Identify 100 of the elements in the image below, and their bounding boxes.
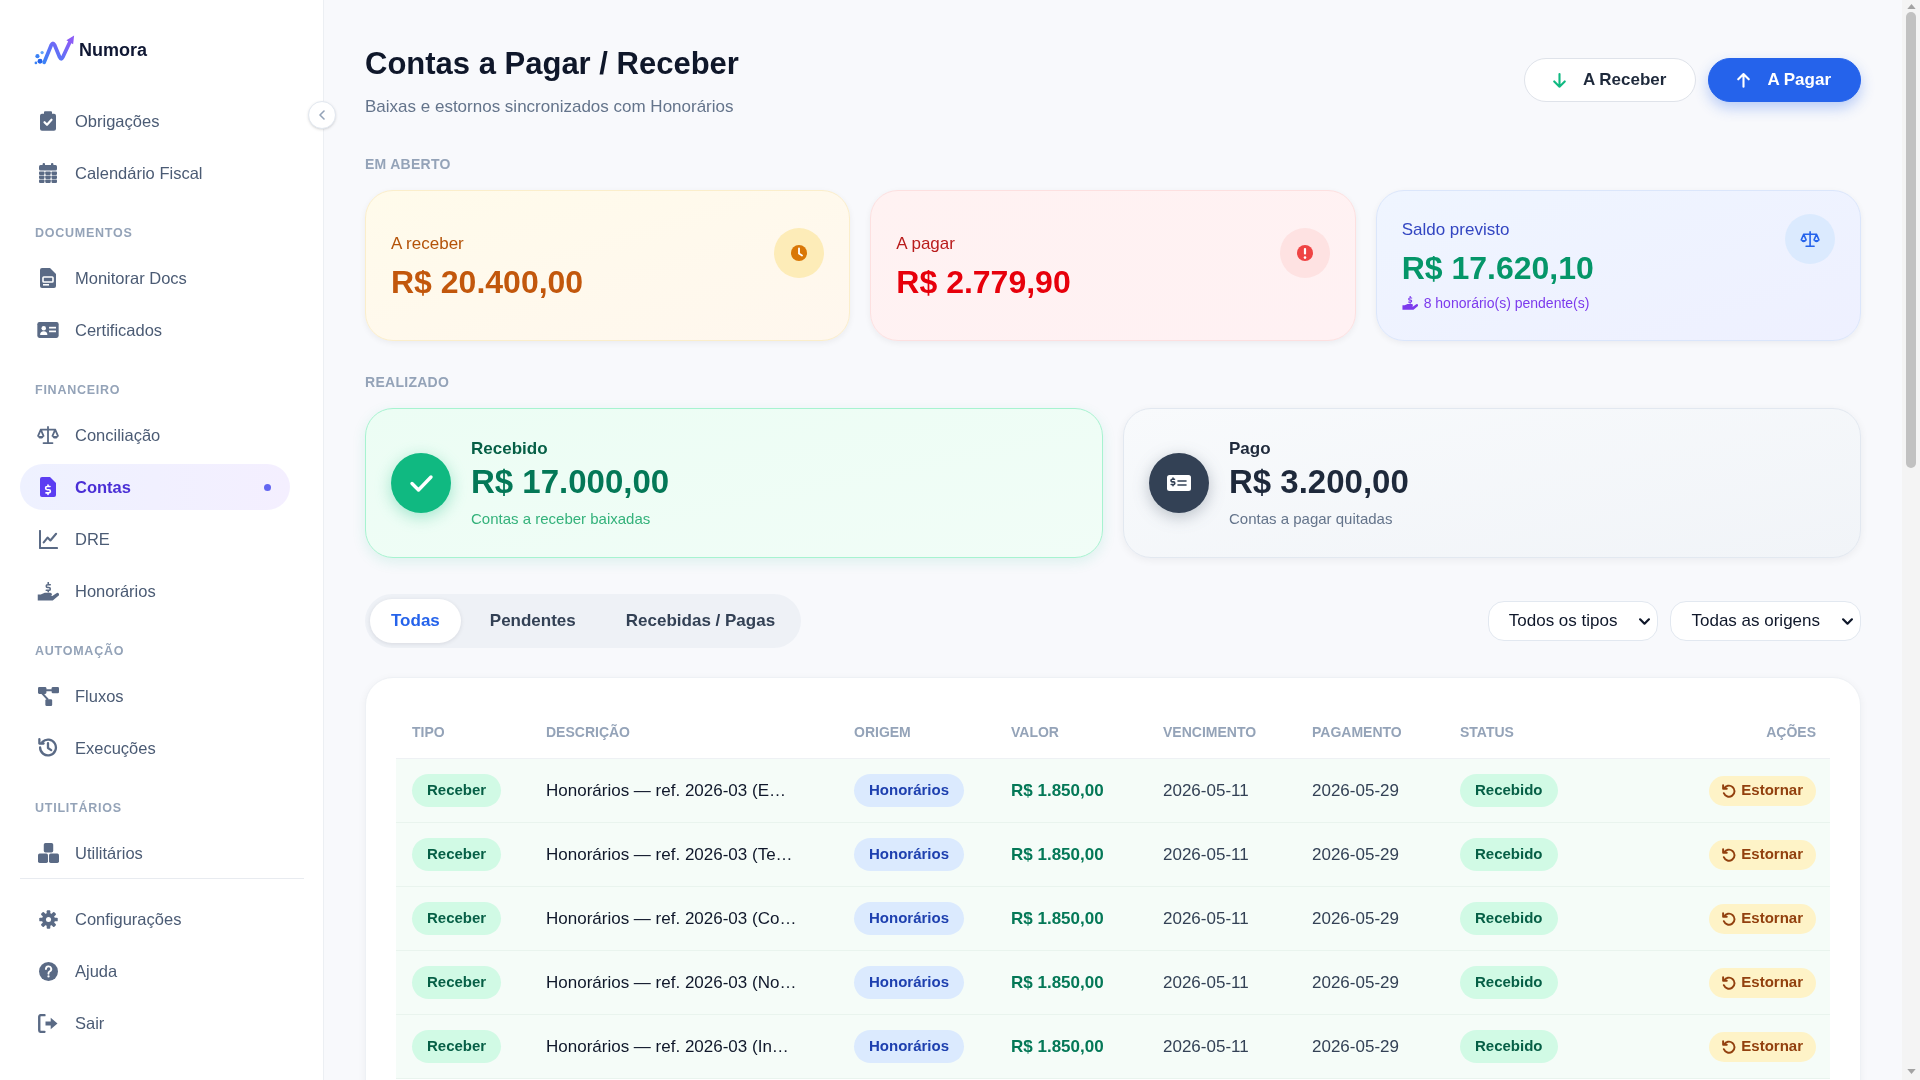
section-heading: AUTOMAÇÃO xyxy=(35,644,126,658)
sidebar-item[interactable]: Contas xyxy=(20,464,290,510)
chevron-down-icon xyxy=(1639,617,1651,625)
scale-icon xyxy=(1785,214,1835,264)
sidebar-item[interactable]: Fluxos xyxy=(20,673,290,719)
undo-icon xyxy=(1722,783,1737,798)
amount-text: R$ 1.850,00 xyxy=(1011,971,1104,994)
chevron-down-icon xyxy=(1842,617,1853,625)
undo-icon xyxy=(1722,1039,1737,1054)
payment-date-text: 2026-05-29 xyxy=(1312,1035,1399,1058)
column-header: VENCIMENTO xyxy=(1163,722,1257,742)
card-note: Contas a pagar quitadas xyxy=(1229,509,1394,529)
card-label: Recebido xyxy=(471,438,549,460)
arrow-up-icon xyxy=(1737,72,1751,88)
card-label: Pago xyxy=(1229,438,1272,460)
brand-name: Numora xyxy=(79,39,147,62)
caret-up-icon[interactable] xyxy=(1906,4,1916,9)
undo-icon xyxy=(1722,975,1737,990)
origin-badge: Honorários xyxy=(854,774,964,807)
filter-select[interactable]: Todos os tipos xyxy=(1487,601,1659,641)
help-icon xyxy=(38,961,58,981)
payment-date-text: 2026-05-29 xyxy=(1312,843,1399,866)
arrow-down-icon xyxy=(1552,72,1566,88)
sidebar-item[interactable]: Certificados xyxy=(20,307,290,353)
reverse-button[interactable]: Estornar xyxy=(1709,903,1816,934)
origin-badge: Honorários xyxy=(854,1030,964,1063)
card-note: 8 honorário(s) pendente(s) xyxy=(1423,294,1590,313)
type-badge: Receber xyxy=(412,838,502,871)
card-value: R$ 17.000,00 xyxy=(471,463,670,501)
scrollbar-thumb[interactable] xyxy=(1906,12,1916,468)
invoice-dollar-icon xyxy=(40,477,56,497)
cubes-icon xyxy=(37,843,59,863)
sidebar-item[interactable]: Execuções xyxy=(20,725,290,771)
card-label: Saldo previsto xyxy=(1401,219,1511,241)
amount-text: R$ 1.850,00 xyxy=(1011,779,1104,802)
sidebar-item[interactable]: Configurações xyxy=(20,896,290,942)
settings-icon xyxy=(38,909,58,929)
column-header: VALOR xyxy=(1011,722,1059,742)
collapse-sidebar-button[interactable] xyxy=(308,101,336,129)
filter-tab[interactable]: Pendentes xyxy=(468,599,597,643)
reverse-button[interactable]: Estornar xyxy=(1709,967,1816,998)
column-header: DESCRIÇÃO xyxy=(546,722,630,742)
undo-icon xyxy=(1722,847,1737,862)
amount-text: R$ 1.850,00 xyxy=(1011,843,1104,866)
sidebar-item[interactable]: Obrigações xyxy=(20,98,290,144)
action-button[interactable]: A Pagar xyxy=(1708,58,1861,102)
filter-select[interactable]: Todas as origens xyxy=(1670,601,1861,641)
column-header: AÇÕES xyxy=(1766,722,1816,742)
reverse-button[interactable]: Estornar xyxy=(1709,775,1816,806)
card-value: R$ 2.779,90 xyxy=(896,263,1071,300)
history-icon xyxy=(38,738,58,758)
section-label: REALIZADO xyxy=(365,373,451,392)
card-value: R$ 3.200,00 xyxy=(1229,463,1409,501)
filter-tab[interactable]: Recebidas / Pagas xyxy=(604,599,797,643)
type-badge: Receber xyxy=(412,902,502,935)
status-badge: Recebido xyxy=(1460,774,1558,807)
description-text: Honorários — ref. 2026-03 (Co… xyxy=(546,907,797,930)
sidebar-item[interactable]: DRE xyxy=(20,516,290,562)
sidebar-item[interactable]: Honorários xyxy=(20,568,290,614)
action-button[interactable]: A Receber xyxy=(1523,58,1697,102)
sidebar-item[interactable]: Sair xyxy=(20,1000,290,1046)
card-note: Contas a receber baixadas xyxy=(471,509,652,529)
type-badge: Receber xyxy=(412,1030,502,1063)
column-header: ORIGEM xyxy=(854,722,911,742)
sidebar-item[interactable]: Monitorar Docs xyxy=(20,255,290,301)
scale-icon xyxy=(37,426,59,444)
sidebar-item[interactable]: Conciliação xyxy=(20,412,290,458)
due-date-text: 2026-05-11 xyxy=(1163,779,1249,802)
page-subtitle: Baixas e estornos sincronizados com Honorários xyxy=(365,96,735,118)
sidebar-item[interactable]: Ajuda xyxy=(20,948,290,994)
calendar-icon xyxy=(39,163,57,183)
amount-text: R$ 1.850,00 xyxy=(1011,907,1104,930)
due-date-text: 2026-05-11 xyxy=(1163,907,1249,930)
logo-icon xyxy=(34,34,75,66)
sidebar-item[interactable]: Calendário Fiscal xyxy=(20,150,290,196)
caret-down-icon[interactable] xyxy=(1906,1069,1916,1074)
status-badge: Recebido xyxy=(1460,1030,1558,1063)
undo-icon xyxy=(1722,911,1737,926)
sidebar-item[interactable]: Utilitários xyxy=(20,830,290,876)
page-title: Contas a Pagar / Receber xyxy=(365,46,739,82)
clipboard-check-icon xyxy=(40,111,56,131)
due-date-text: 2026-05-11 xyxy=(1163,971,1249,994)
money-bill-icon xyxy=(1149,453,1209,513)
filter-tab[interactable]: Todas xyxy=(370,599,461,643)
type-badge: Receber xyxy=(412,774,502,807)
section-label: EM ABERTO xyxy=(365,155,452,174)
reverse-button[interactable]: Estornar xyxy=(1709,1031,1816,1062)
section-heading: DOCUMENTOS xyxy=(35,226,134,240)
card-value: R$ 17.620,10 xyxy=(1401,250,1594,286)
hand-coin-icon xyxy=(1401,296,1418,310)
card-label: A receber xyxy=(391,232,465,255)
due-date-text: 2026-05-11 xyxy=(1163,843,1249,866)
card-label: A pagar xyxy=(896,232,956,255)
id-card-icon xyxy=(37,322,59,338)
scrollbar[interactable] xyxy=(1902,0,1920,1080)
chevron-left-icon xyxy=(319,110,325,120)
logout-icon xyxy=(38,1013,58,1033)
reverse-button[interactable]: Estornar xyxy=(1709,839,1816,870)
due-date-text: 2026-05-11 xyxy=(1163,1035,1249,1058)
alert-icon xyxy=(1279,227,1330,278)
